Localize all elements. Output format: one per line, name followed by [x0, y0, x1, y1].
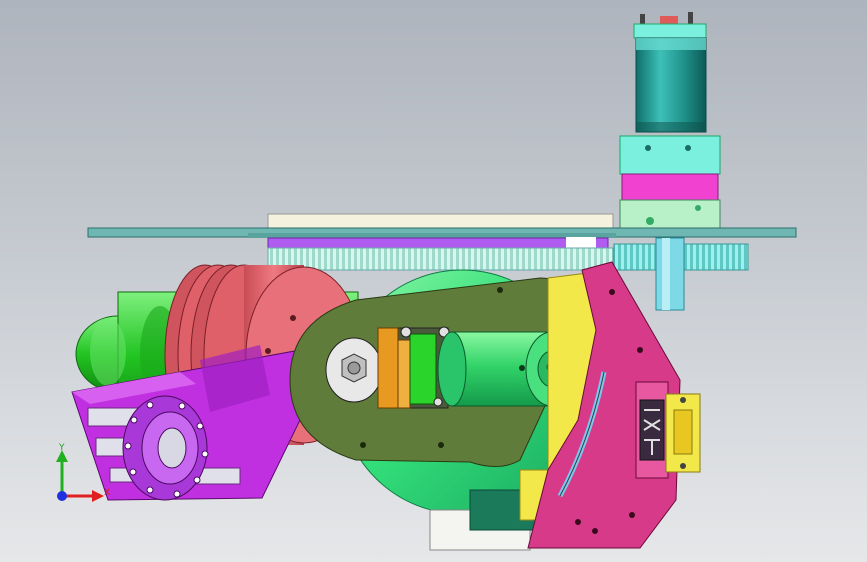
cad-viewport[interactable]: Y X [0, 0, 867, 562]
z-axis-dot [57, 491, 67, 501]
motor-body [635, 37, 707, 133]
y-axis-label: Y [58, 443, 65, 453]
limit-switch[interactable] [665, 393, 701, 473]
pinion-gear[interactable] [613, 237, 749, 311]
gearbox-cyan-block [619, 135, 721, 175]
gearbox-magenta-block [621, 173, 719, 201]
motor-end-cap [633, 23, 707, 39]
side-logo-plate [635, 381, 669, 479]
gear-motor-assembly[interactable] [619, 12, 721, 229]
flange[interactable] [122, 395, 209, 501]
gearbox-green-block [619, 199, 721, 229]
slewing-gear[interactable] [267, 237, 614, 271]
x-axis-label: X [104, 488, 110, 498]
